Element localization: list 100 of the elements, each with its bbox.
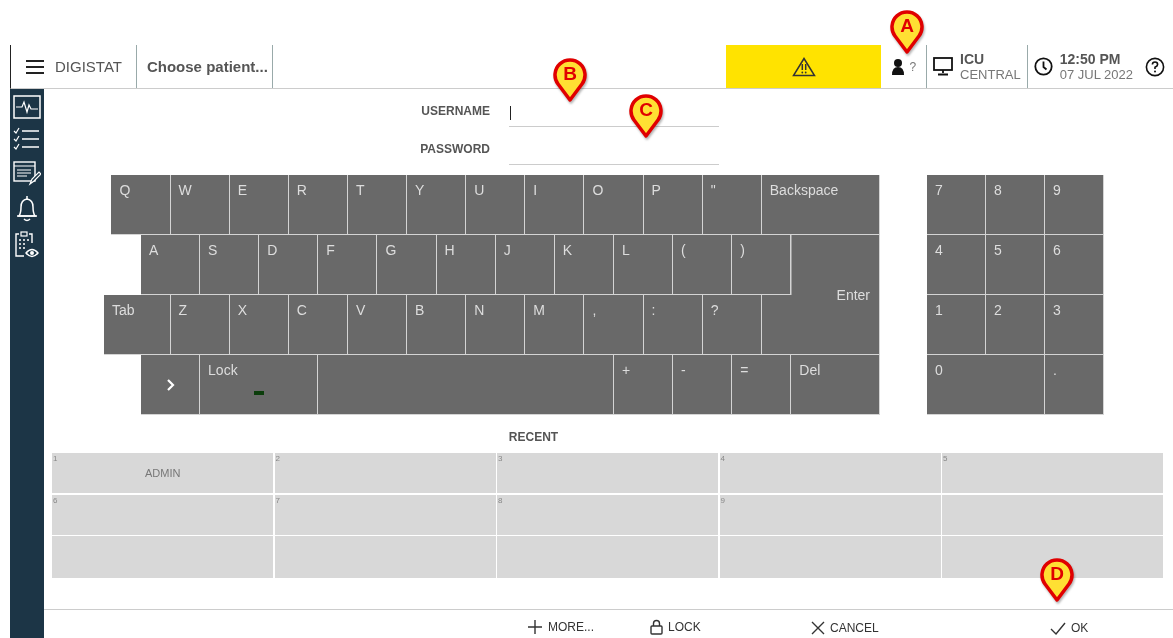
recent-user-slot[interactable]: 5 <box>942 453 1163 493</box>
lock-key[interactable]: Lock <box>200 355 319 415</box>
keyboard-key[interactable]: Y <box>407 175 467 235</box>
keyboard-key[interactable]: I <box>525 175 585 235</box>
keyboard-key[interactable]: - <box>673 355 733 415</box>
checkmark-icon <box>1050 621 1066 635</box>
recent-user-slot[interactable]: 1 ADMIN <box>52 453 273 493</box>
notes-pencil-icon[interactable] <box>13 161 41 187</box>
keyboard-key[interactable]: R <box>288 175 348 235</box>
close-icon <box>811 621 825 635</box>
heartbeat-monitor-icon[interactable] <box>13 95 41 119</box>
keyboard-key[interactable]: C <box>288 295 348 355</box>
monitor-icon <box>933 57 954 76</box>
keyboard-key[interactable]: Backspace <box>761 175 880 235</box>
numpad-key[interactable]: . <box>1045 355 1104 415</box>
slot-number: 7 <box>275 495 280 505</box>
recent-user-slot[interactable]: 8 <box>497 494 718 535</box>
command-button[interactable]: LOCK <box>650 619 701 635</box>
numpad-key[interactable]: 8 <box>986 175 1045 235</box>
chevron-key[interactable] <box>140 355 201 415</box>
slot-number: 3 <box>498 454 503 463</box>
workstation-location: CENTRAL <box>960 66 1021 82</box>
keyboard-key[interactable]: O <box>584 175 644 235</box>
keyboard-key[interactable]: ? <box>702 295 762 355</box>
keyboard-key[interactable]: = <box>732 355 792 415</box>
slot-number: 2 <box>275 454 280 463</box>
command-button[interactable]: CANCEL <box>811 621 879 635</box>
keyboard-key[interactable]: P <box>643 175 703 235</box>
keyboard-key[interactable]: N <box>466 295 526 355</box>
keyboard-key[interactable]: Tab <box>104 295 171 355</box>
callout-tooltip: A <box>889 8 925 54</box>
keyboard-key[interactable]: Q <box>111 175 171 235</box>
slot-number: 6 <box>53 495 58 505</box>
numpad-key[interactable]: 2 <box>986 295 1045 355</box>
padlock-icon <box>650 619 663 635</box>
slot-number: 1 <box>53 454 58 463</box>
chevron-right-icon <box>165 379 176 391</box>
recent-user-slot[interactable]: 7 <box>274 494 496 535</box>
recent-user-slot[interactable]: 6 <box>52 494 273 535</box>
field-label: USERNAME <box>420 103 490 120</box>
keyboard-key[interactable]: D <box>259 235 319 295</box>
keyboard-key[interactable]: A <box>140 235 201 295</box>
current-time: 12:50 PM <box>1059 51 1122 67</box>
keyboard-key[interactable]: X <box>229 295 289 355</box>
slot-number: 5 <box>943 454 948 463</box>
keyboard-key[interactable]: Z <box>170 295 230 355</box>
keyboard-key[interactable]: F <box>318 235 378 295</box>
keyboard-key[interactable]: " <box>702 175 762 235</box>
numpad-key[interactable]: 5 <box>986 235 1045 295</box>
numpad-key[interactable]: 1 <box>927 295 986 355</box>
numpad-key[interactable]: 7 <box>927 175 986 235</box>
keyboard-key[interactable]: H <box>436 235 496 295</box>
keyboard-key[interactable]: ) <box>732 235 792 295</box>
recent-user-slot[interactable]: 2 <box>274 453 496 493</box>
keyboard-key[interactable]: V <box>347 295 407 355</box>
numpad-key[interactable]: 6 <box>1045 235 1104 295</box>
user-name: ? <box>909 59 917 74</box>
keyboard-key[interactable]: T <box>347 175 407 235</box>
help-icon[interactable] <box>1145 56 1165 77</box>
keyboard-key[interactable]: K <box>554 235 614 295</box>
slot-user-name: ADMIN <box>145 467 181 479</box>
recent-title: RECENT <box>508 429 559 446</box>
numpad-key[interactable]: 4 <box>927 235 986 295</box>
keyboard-key[interactable]: J <box>495 235 555 295</box>
keyboard-key[interactable]: ( <box>673 235 733 295</box>
keyboard-key[interactable]: W <box>170 175 230 235</box>
menu-icon[interactable] <box>25 58 45 75</box>
numpad-key[interactable]: 0 <box>927 355 1045 415</box>
bell-icon[interactable] <box>15 195 39 223</box>
keyboard-key[interactable]: U <box>466 175 526 235</box>
clipboard-eye-icon[interactable] <box>14 231 40 259</box>
keyboard-key[interactable]: Del <box>791 355 880 415</box>
workstation-name: ICU <box>960 51 986 67</box>
recent-user-slot[interactable] <box>942 536 1163 578</box>
keyboard-key[interactable]: G <box>377 235 437 295</box>
command-button[interactable]: OK <box>1050 621 1089 635</box>
keyboard-key[interactable]: B <box>407 295 467 355</box>
recent-user-slot[interactable]: 3 <box>497 453 718 493</box>
recent-user-slot[interactable]: 4 <box>719 453 941 493</box>
clock-icon <box>1033 57 1053 76</box>
keyboard-key[interactable]: E <box>229 175 289 235</box>
callout-tooltip: D <box>1039 556 1075 602</box>
slot-number: 4 <box>720 454 725 463</box>
keyboard-key[interactable]: , <box>584 295 644 355</box>
numpad-key[interactable]: 3 <box>1045 295 1104 355</box>
patient-selector[interactable]: Choose patient... <box>136 58 272 75</box>
keyboard-key[interactable]: : <box>643 295 703 355</box>
keyboard-key[interactable]: + <box>613 355 674 415</box>
command-button[interactable]: MORE... <box>527 619 594 635</box>
user-icon[interactable] <box>891 58 906 75</box>
numpad-key[interactable]: 9 <box>1045 175 1104 235</box>
keyboard-key[interactable]: M <box>525 295 585 355</box>
plus-icon <box>527 619 543 635</box>
slot-number: 8 <box>498 495 503 505</box>
keyboard-key[interactable]: S <box>200 235 260 295</box>
app-name: DIGISTAT <box>55 58 122 75</box>
warning-icon <box>791 56 816 77</box>
keyboard-key[interactable]: L <box>613 235 674 295</box>
callout-tooltip: C <box>628 92 664 138</box>
callout-tooltip: B <box>552 56 588 102</box>
